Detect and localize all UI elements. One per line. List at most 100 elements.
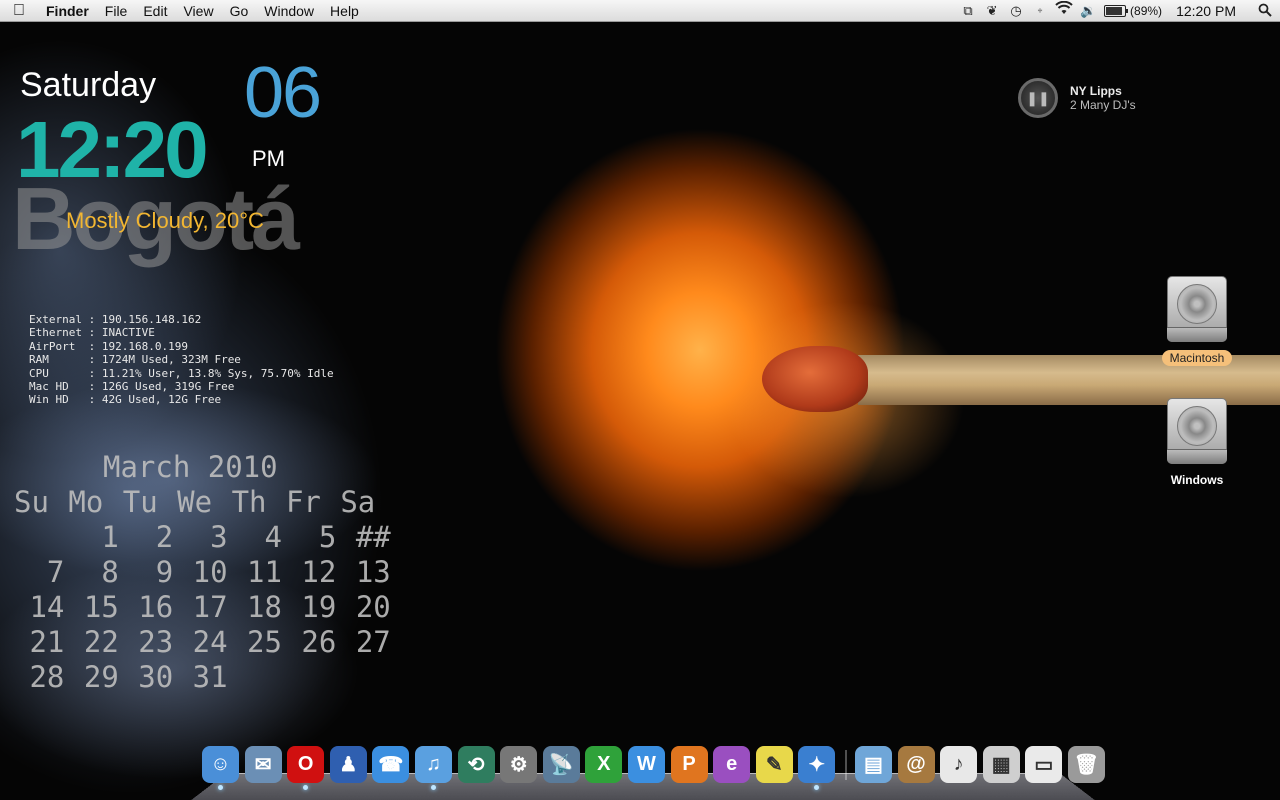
hard-drive-icon bbox=[1165, 276, 1229, 342]
time-machine-icon[interactable]: ◷ bbox=[1004, 0, 1028, 22]
calendar-day: 1 bbox=[101, 520, 119, 554]
calendar-day: 2 bbox=[155, 520, 174, 554]
calendar-day: 20 bbox=[355, 590, 391, 624]
calendar-day: 18 bbox=[247, 590, 282, 624]
battery-status[interactable]: (89%) bbox=[1100, 4, 1166, 18]
calendar-day: 19 bbox=[301, 590, 337, 624]
am-pm: PM bbox=[252, 146, 285, 171]
menu-app-finder[interactable]: Finder bbox=[38, 0, 97, 22]
theme-document-icon[interactable]: ♪ bbox=[940, 746, 978, 783]
sysinfo-row: External : 190.156.148.162 bbox=[29, 313, 202, 326]
battery-icon bbox=[1104, 5, 1129, 17]
stickies-icon[interactable]: ✎ bbox=[755, 746, 793, 783]
weekday-label: Fr bbox=[285, 485, 321, 519]
entourage-icon[interactable]: e bbox=[713, 746, 751, 783]
calendar-day: 9 bbox=[155, 555, 174, 589]
apple-logo-icon[interactable]:  bbox=[0, 0, 38, 22]
wallpaper-matchhead bbox=[762, 346, 868, 412]
menu-help[interactable]: Help bbox=[322, 0, 367, 22]
desktop-icon-windows[interactable]: Windows bbox=[1142, 398, 1252, 489]
spotlight-search-icon[interactable] bbox=[1250, 3, 1280, 20]
calendar-day: 16 bbox=[138, 590, 174, 624]
menu-bar:  Finder File Edit View Go Window Help ⧉… bbox=[0, 0, 1280, 22]
calendar-day: 12 bbox=[301, 555, 337, 589]
dock-icons: ☺ ✉ O ♟ ☎ ♫ ⟲ ⚙ 📡 X W Pe ✎ ✦ ▤ @ ♪ ▦ ▭ 🗑 bbox=[202, 746, 1110, 790]
weekday-label: Su bbox=[14, 485, 49, 519]
menu-file[interactable]: File bbox=[97, 0, 136, 22]
calendar-day: 15 bbox=[83, 590, 119, 624]
screenshot-icon[interactable]: ▭ bbox=[1025, 746, 1063, 783]
network-icon[interactable]: 📡 bbox=[542, 746, 580, 783]
bluetooth-icon[interactable]: ᛭ bbox=[1028, 0, 1052, 22]
now-playing-widget: ❚❚ NY Lipps 2 Many DJ's bbox=[1018, 78, 1136, 118]
wifi-icon[interactable] bbox=[1052, 0, 1076, 22]
sysinfo-row: CPU : 11.21% User, 13.8% Sys, 75.70% Idl… bbox=[29, 366, 334, 380]
butterfly-icon[interactable]: ❦ bbox=[980, 0, 1004, 22]
sysinfo-row: Win HD : 42G Used, 12G Free bbox=[29, 393, 222, 407]
menu-view[interactable]: View bbox=[175, 0, 221, 22]
menu-edit[interactable]: Edit bbox=[135, 0, 175, 22]
powerpoint-icon[interactable]: P bbox=[670, 746, 708, 783]
applications-folder-icon[interactable]: ▤ bbox=[854, 746, 892, 783]
day-name: Saturday bbox=[20, 66, 157, 104]
calendar-day: 29 bbox=[83, 660, 119, 694]
calendar-weeks: 1 2 3 4 5 ## 7 8 9 10 11 12 13 14 15 16 17 18 19 20 21 22 23 24… bbox=[14, 520, 395, 695]
pause-icon[interactable]: ❚❚ bbox=[1018, 78, 1058, 118]
desktop-icon-macintosh[interactable]: Macintosh bbox=[1142, 276, 1252, 367]
itunes-icon[interactable]: ♫ bbox=[414, 746, 452, 790]
word-icon[interactable]: W bbox=[627, 746, 665, 783]
ichat-icon[interactable]: ☎ bbox=[372, 746, 410, 783]
calendar-day bbox=[232, 660, 286, 695]
safari-icon[interactable]: ✦ bbox=[798, 746, 836, 790]
calendar-day: 10 bbox=[192, 555, 228, 589]
calendar-day: 28 bbox=[29, 660, 65, 694]
sysinfo-row: RAM : 1724M Used, 323M Free bbox=[29, 353, 241, 367]
weekday-label: Mo bbox=[68, 485, 104, 519]
spaces-icon[interactable]: ⧉ bbox=[956, 0, 980, 22]
finder-icon[interactable]: ☺ bbox=[202, 746, 239, 790]
running-indicator bbox=[430, 785, 436, 790]
calendar-day: 26 bbox=[301, 625, 337, 659]
adium-duck-icon[interactable]: ♟ bbox=[329, 746, 367, 783]
dock: ☺ ✉ O ♟ ☎ ♫ ⟲ ⚙ 📡 X W Pe ✎ ✦ ▤ @ ♪ ▦ ▭ 🗑 bbox=[190, 742, 1105, 800]
excel-icon[interactable]: X bbox=[585, 746, 623, 783]
running-indicator bbox=[218, 785, 223, 790]
address-book-icon[interactable]: @ bbox=[897, 746, 935, 783]
menu-window[interactable]: Window bbox=[256, 0, 322, 22]
weekday-label: Th bbox=[231, 485, 267, 519]
calendar-week-row: 28 29 30 31 bbox=[14, 660, 395, 695]
calendar-weekdays: Su Mo Tu We Th Fr Sa bbox=[14, 485, 395, 520]
calendar-week-row: 21 22 23 24 25 26 27 bbox=[14, 625, 395, 660]
calendar-day: 11 bbox=[247, 555, 282, 589]
calendar-day: 13 bbox=[355, 555, 391, 589]
calendar-day: 31 bbox=[192, 660, 228, 694]
calendar-day: 5 bbox=[318, 520, 337, 554]
calendar-day: 17 bbox=[192, 590, 228, 624]
clock-time: 12:20 bbox=[16, 105, 209, 194]
desktop[interactable]:  Finder File Edit View Go Window Help ⧉… bbox=[0, 0, 1280, 800]
calendar-day: 21 bbox=[29, 625, 65, 659]
mail-icon[interactable]: ✉ bbox=[244, 746, 282, 783]
calendar-day: 24 bbox=[192, 625, 228, 659]
sysinfo-row: Mac HD : 126G Used, 319G Free bbox=[29, 380, 235, 394]
calendar-week-row: 14 15 16 17 18 19 20 bbox=[14, 590, 395, 625]
menu-go[interactable]: Go bbox=[222, 0, 257, 22]
sysinfo-row: AirPort : 192.168.0.199 bbox=[29, 339, 188, 353]
keyboard-viewer-icon[interactable]: ▦ bbox=[982, 746, 1020, 783]
system-preferences-icon[interactable]: ⚙ bbox=[500, 746, 538, 783]
menu-clock[interactable]: 12:20 PM bbox=[1166, 3, 1250, 19]
calendar-day: 14 bbox=[29, 590, 65, 624]
calendar: March 2010 Su Mo Tu We Th Fr Sa 1 2 3 4 5 ## 7… bbox=[14, 450, 395, 695]
hard-drive-icon bbox=[1165, 398, 1229, 464]
track-title: NY Lipps bbox=[1070, 84, 1122, 98]
opera-icon[interactable]: O bbox=[287, 746, 325, 790]
calendar-day: 7 bbox=[46, 555, 65, 589]
calendar-day: 8 bbox=[101, 555, 119, 589]
time-machine-icon[interactable]: ⟲ bbox=[457, 746, 495, 783]
calendar-week-row: 7 8 9 10 11 12 13 bbox=[14, 555, 395, 590]
trash-icon[interactable]: 🗑 bbox=[1067, 746, 1105, 783]
volume-icon[interactable]: 🔉 bbox=[1076, 0, 1100, 22]
weather-text: Mostly Cloudy, 20°C bbox=[66, 208, 264, 233]
calendar-day: ## bbox=[355, 520, 391, 554]
desktop-icon-label: Windows bbox=[1170, 473, 1224, 487]
